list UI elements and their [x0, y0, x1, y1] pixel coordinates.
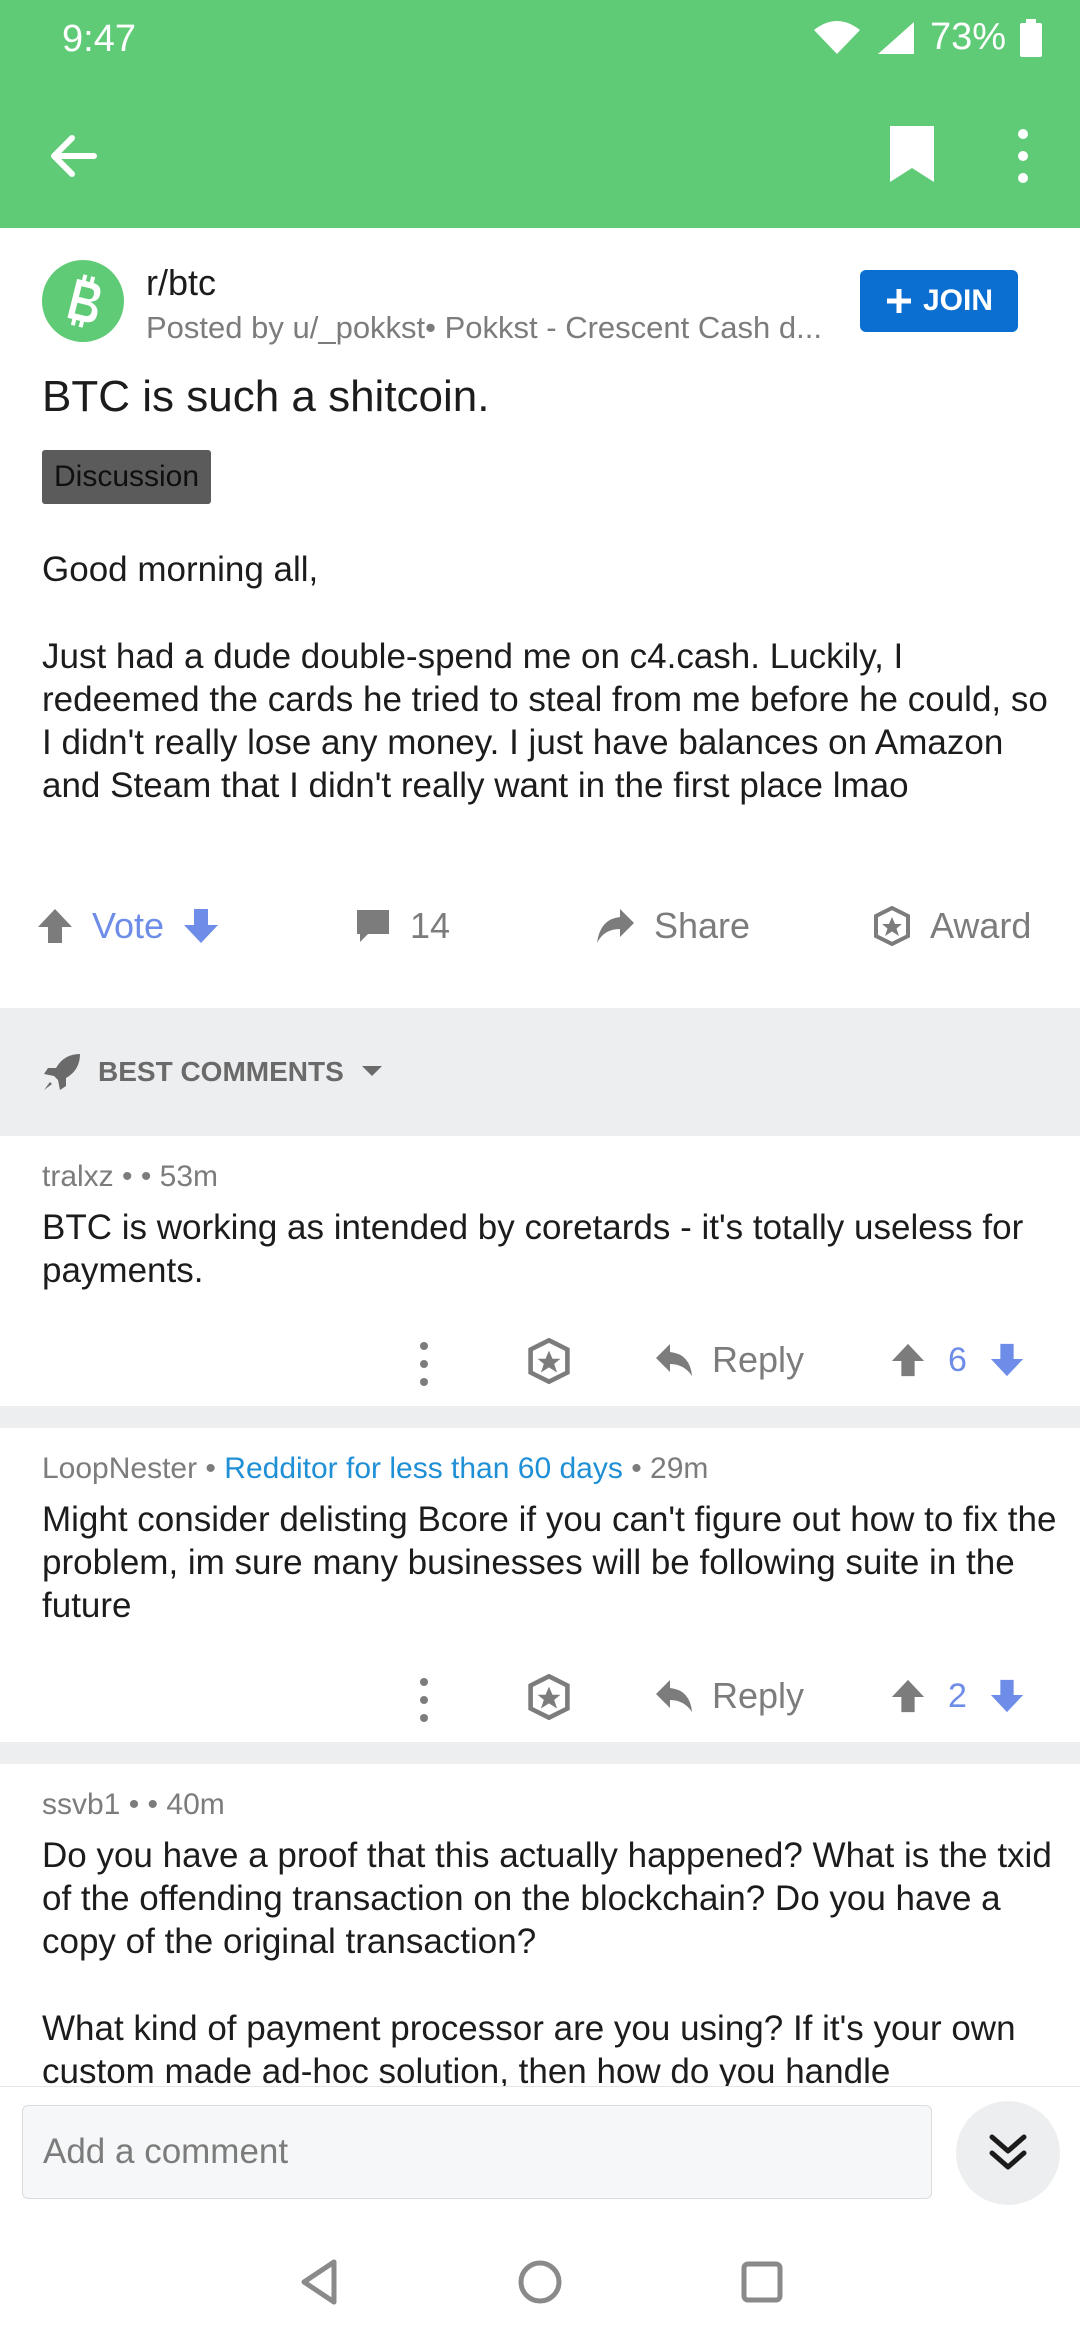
flair-label: Discussion — [54, 460, 200, 493]
reply-arrow-icon — [656, 1344, 692, 1376]
more-options-icon[interactable] — [414, 1672, 434, 1728]
status-bar: 9:47 73% — [0, 0, 1080, 80]
downvote-icon[interactable] — [989, 1342, 1025, 1378]
comment-author: LoopNester • — [42, 1452, 216, 1485]
comment-vote: 6 — [890, 1332, 1025, 1388]
next-comment-button[interactable] — [956, 2101, 1060, 2205]
comments-button[interactable]: 14 — [354, 878, 450, 974]
post-body: Good morning all, Just had a dude double… — [42, 548, 1052, 851]
more-options-icon[interactable] — [1008, 124, 1038, 188]
comment-text: Might consider delisting Bcore if you ca… — [42, 1500, 1057, 1625]
comment: LoopNester • Redditor for less than 60 d… — [0, 1428, 1080, 1742]
comment-score: 2 — [948, 1676, 967, 1715]
comment-sort-bar[interactable]: BEST COMMENTS — [0, 1008, 1080, 1136]
post-body-paragraph: Good morning all, — [42, 550, 319, 589]
vote-group: Vote — [36, 878, 220, 974]
comment-text: BTC is working as intended by coretards … — [42, 1208, 1024, 1290]
comment-composer-bar: Add a comment — [0, 2086, 1080, 2218]
bookmark-icon[interactable] — [882, 122, 942, 186]
subreddit-name[interactable]: r/btc — [146, 262, 216, 304]
back-arrow-icon[interactable] — [44, 126, 104, 186]
comment: ssvb1 • • 40m Do you have a proof that t… — [0, 1764, 1080, 2086]
post-title: BTC is such a shitcoin. — [42, 372, 490, 421]
post-actions: Vote 14 Share Award — [0, 878, 1080, 974]
nav-back-icon[interactable] — [290, 2252, 350, 2312]
double-chevron-down-icon — [989, 2134, 1027, 2170]
wifi-icon — [813, 20, 860, 54]
reply-label: Reply — [712, 1339, 805, 1380]
comment: tralxz • • 53m BTC is working as intende… — [0, 1136, 1080, 1406]
battery-percent: 73% — [929, 16, 1006, 58]
app-header: 9:47 73% — [0, 0, 1080, 228]
comment-text: Do you have a proof that this actually h… — [42, 1834, 1062, 2086]
reply-button[interactable]: Reply — [654, 1668, 804, 1724]
comment-actions: Reply 6 — [0, 1332, 1080, 1396]
reply-label: Reply — [712, 1675, 805, 1716]
comment-meta[interactable]: LoopNester • Redditor for less than 60 d… — [42, 1452, 708, 1486]
status-icons: 73% — [812, 16, 1042, 59]
nav-home-icon[interactable] — [510, 2252, 570, 2312]
award-button[interactable]: Award — [872, 878, 1031, 974]
post-body-paragraph: Just had a dude double-spend me on c4.ca… — [42, 637, 1048, 805]
award-icon — [874, 906, 910, 946]
upvote-icon[interactable] — [890, 1678, 926, 1714]
comment-time: • 29m — [631, 1452, 709, 1485]
comment-bubble-icon — [357, 910, 389, 942]
posted-by[interactable]: Posted by u/_pokkst• Pokkst - Crescent C… — [146, 310, 836, 346]
upvote-icon[interactable] — [890, 1342, 926, 1378]
comment-score: 6 — [948, 1340, 967, 1379]
sort-label: BEST COMMENTS — [98, 1056, 344, 1087]
reply-button[interactable]: Reply — [654, 1332, 804, 1388]
rocket-icon — [44, 1054, 80, 1090]
upvote-icon[interactable] — [36, 907, 74, 945]
comment-vote: 2 — [890, 1668, 1025, 1724]
vote-label: Vote — [92, 905, 165, 946]
downvote-icon[interactable] — [989, 1678, 1025, 1714]
comment-count: 14 — [410, 905, 451, 946]
reply-arrow-icon — [656, 1680, 692, 1712]
system-nav-bar — [0, 2218, 1080, 2340]
chevron-down-icon — [361, 1066, 382, 1076]
subreddit-avatar[interactable] — [42, 260, 124, 342]
downvote-icon[interactable] — [182, 907, 220, 945]
nav-recents-icon[interactable] — [732, 2252, 792, 2312]
more-options-icon[interactable] — [414, 1336, 434, 1392]
comment-paragraph: Do you have a proof that this actually h… — [42, 1836, 1052, 1961]
award-icon[interactable] — [526, 1674, 572, 1720]
comment-meta[interactable]: ssvb1 • • 40m — [42, 1788, 225, 1822]
award-icon[interactable] — [526, 1338, 572, 1384]
share-label: Share — [654, 905, 751, 946]
status-time: 9:47 — [62, 18, 136, 60]
bitcoin-logo-icon — [67, 274, 101, 328]
add-comment-input[interactable]: Add a comment — [22, 2105, 932, 2199]
post-flair[interactable]: Discussion — [42, 450, 212, 504]
award-label: Award — [930, 905, 1032, 946]
app-bar — [0, 100, 1080, 210]
plus-icon — [886, 289, 911, 313]
new-redditor-badge: Redditor for less than 60 days — [224, 1452, 623, 1485]
signal-icon — [877, 21, 914, 54]
comment-divider — [0, 1406, 1080, 1428]
comment-divider — [0, 1742, 1080, 1764]
share-arrow-icon — [597, 909, 634, 943]
share-button[interactable]: Share — [594, 878, 750, 974]
comment-paragraph: What kind of payment processor are you u… — [42, 2009, 1016, 2086]
join-button[interactable]: JOIN — [860, 270, 1018, 332]
comment-meta[interactable]: tralxz • • 53m — [42, 1160, 218, 1194]
comment-actions: Reply 2 — [0, 1668, 1080, 1732]
battery-icon — [1020, 18, 1042, 57]
join-label: JOIN — [922, 284, 994, 317]
